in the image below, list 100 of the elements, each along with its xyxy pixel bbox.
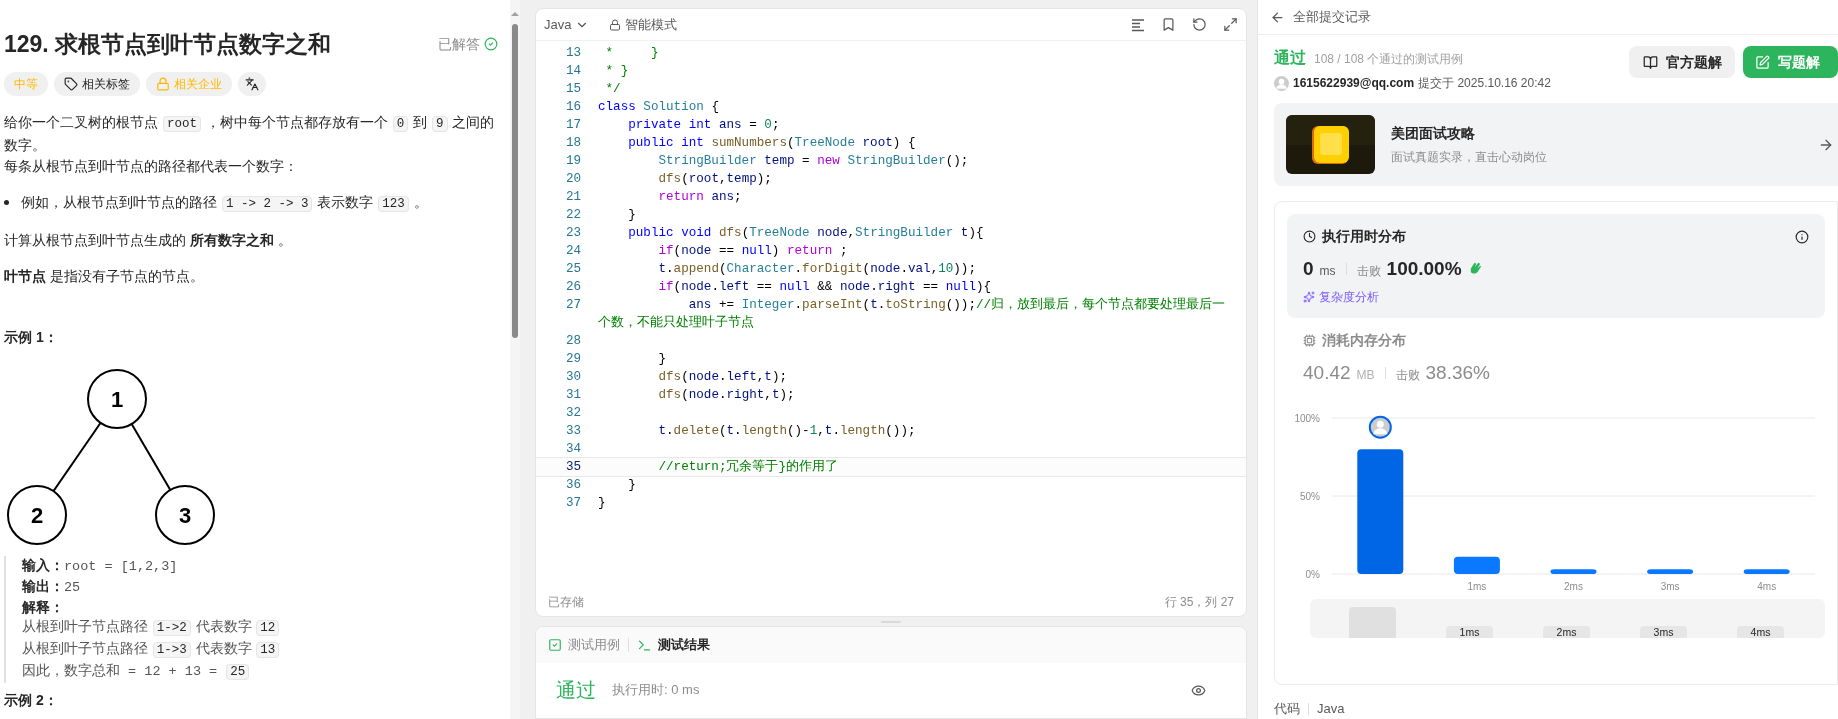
line-number: 15 [564, 81, 581, 98]
promo-card[interactable]: 美团面试攻略 面试真题实录，直击心动岗位 [1274, 103, 1838, 186]
navigator-label: 4ms [1737, 626, 1784, 638]
editor-line[interactable]: 25 t.append(Character.forDigit(node.val,10)); [536, 260, 1246, 278]
editor-line[interactable]: 27 ans += Integer.parseInt(t.toString());//归，放到最后，每个节点都要处理最后一个数，不能只处理叶子节点 [536, 296, 1246, 332]
undo-icon[interactable] [1192, 17, 1207, 32]
line-number: 17 [564, 117, 581, 134]
save-status: 已存储 [548, 594, 584, 611]
line-number: 22 [564, 207, 581, 224]
metric-panel[interactable]: 消耗内存分布 40.42 MB 击败 38.36% [1287, 317, 1825, 387]
solved-status: 已解答 [438, 34, 480, 54]
editor-line[interactable]: 34 [536, 440, 1246, 458]
example-line: 输入：root = [1,2,3] [22, 557, 179, 576]
code-line: public int sumNumbers(TreeNode root) { [627, 135, 917, 152]
example-line: 从根到叶子节点路径 1->2 代表数字 12 [22, 617, 498, 640]
editor-line[interactable]: 30 dfs(node.left,t); [536, 368, 1246, 386]
code-line: dfs(root,temp); [657, 171, 773, 188]
code-line: return ans; [657, 189, 743, 206]
metric-panel[interactable]: 执行用时分布 0 ms 击败 100.00% 复杂度分析 [1287, 214, 1825, 318]
chart-bar[interactable] [1550, 569, 1597, 574]
example-line: 从根到叶子节点路径 1->3 代表数字 13 [22, 639, 498, 661]
editor-line[interactable]: 22 } [536, 206, 1246, 224]
editor-line[interactable]: 14 * } [536, 62, 1246, 80]
editor-line[interactable]: 32 [536, 404, 1246, 422]
cursor-position: 行 35，列 27 [1164, 594, 1234, 611]
user-email[interactable]: 1615622939@qq.com [1293, 74, 1415, 92]
translate-button[interactable] [238, 72, 266, 96]
tag-button[interactable]: 相关标签 [54, 72, 140, 96]
editor-line[interactable]: 17 private int ans = 0; [536, 116, 1246, 134]
axis-label: 100% [1294, 413, 1320, 424]
example-line: 输出：25 [22, 577, 82, 597]
expand-icon[interactable] [1223, 17, 1238, 32]
example-line: 解释： [22, 598, 65, 617]
promo-subtitle: 面试真题实录，直击心动岗位 [1391, 149, 1547, 166]
editor-line[interactable]: 29 } [536, 350, 1246, 368]
chart-bar[interactable] [1743, 569, 1790, 574]
editor-line[interactable]: 19 StringBuilder temp = new StringBuilder(); [536, 152, 1246, 170]
line-number: 18 [564, 135, 581, 152]
solution-button[interactable]: 官方题解 [1629, 46, 1735, 78]
editor-line[interactable]: 36 } [536, 476, 1246, 494]
code-line: private int ans = 0; [627, 117, 781, 134]
description-text: 计算从根节点到叶节点生成的 所有数字之和 。 [4, 231, 293, 250]
back-icon[interactable] [1270, 9, 1285, 25]
axis-label: 2ms [1564, 581, 1583, 592]
runtime-text: 执行用时: 0 ms [612, 681, 700, 700]
code-line: dfs(node.left,t); [657, 369, 788, 386]
line-number: 25 [564, 261, 581, 278]
axis-label: 50% [1300, 491, 1320, 502]
navigator-label: 1ms [1446, 626, 1493, 638]
code-line: t.append(Character.forDigit(node.val,10)); [657, 261, 977, 278]
editor-line[interactable]: 16 class Solution { [536, 98, 1246, 116]
editor-line[interactable]: 20 dfs(root,temp); [536, 170, 1246, 188]
info-icon[interactable] [1795, 229, 1809, 244]
back-link[interactable]: 全部提交记录 [1293, 7, 1371, 27]
scrollbar[interactable] [510, 0, 520, 719]
chart-bar[interactable] [1453, 556, 1500, 574]
complexity-link[interactable]: 复杂度分析 [1303, 287, 1379, 306]
editor-line[interactable]: 23 public void dfs(TreeNode node,StringBuilder t){ [536, 224, 1246, 242]
line-number: 20 [564, 171, 581, 188]
editor-line[interactable]: 15 */ [536, 80, 1246, 98]
editor-line[interactable]: 37 } [536, 494, 1246, 512]
format-icon[interactable] [1131, 17, 1145, 32]
console-tab[interactable]: 测试结果 [637, 635, 710, 655]
bookmark-icon[interactable] [1161, 17, 1176, 32]
code-line: StringBuilder temp = new StringBuilder(); [657, 153, 970, 170]
language-select[interactable]: Java [544, 14, 590, 35]
code-line: dfs(node.right,t); [657, 387, 796, 404]
editor-line[interactable]: 26 if(node.left == null && node.right == null){ [536, 278, 1246, 296]
line-number: 36 [564, 477, 581, 494]
code-label: 代码 [1274, 700, 1300, 718]
chart-bar[interactable] [1647, 569, 1694, 574]
line-number: 32 [564, 405, 581, 422]
navigator-label: 2ms [1543, 626, 1590, 638]
code-line: */ [604, 81, 622, 98]
editor-line[interactable]: 31 dfs(node.right,t); [536, 386, 1246, 404]
chart-bar[interactable] [1357, 449, 1404, 574]
line-number: 29 [564, 351, 581, 368]
lock-icon [609, 18, 622, 31]
eye-icon[interactable] [1191, 682, 1206, 698]
line-number: 19 [564, 153, 581, 170]
clock-icon [1303, 230, 1316, 243]
edit-icon [1755, 54, 1770, 70]
editor-line[interactable]: 13 * } [536, 44, 1246, 62]
line-number: 27 [564, 297, 581, 314]
editor-line[interactable]: 21 return ans; [536, 188, 1246, 206]
line-number: 23 [564, 225, 581, 242]
metric-unit: MB [1356, 366, 1375, 384]
editor-line[interactable]: 28 [536, 332, 1246, 350]
editor-line[interactable]: 18 public int sumNumbers(TreeNode root) { [536, 134, 1246, 152]
description-text: 给你一个二叉树的根节点 root ，树中每个节点都存放有一个 0 到 9 之间的数字。 [4, 113, 496, 155]
range-navigator[interactable]: 1ms 2ms 3ms 4ms [1310, 599, 1825, 638]
description-text: 每条从根节点到叶节点的路径都代表一个数字： [4, 157, 299, 176]
code-line: t.delete(t.length()-1,t.length()); [657, 423, 917, 440]
editor-line[interactable]: 24 if(node == null) return ; [536, 242, 1246, 260]
beat-label: 击败 [1356, 263, 1381, 280]
line-number: 21 [564, 189, 581, 206]
navigator-label: 3ms [1640, 626, 1687, 638]
avatar-icon [1368, 415, 1392, 439]
editor-line[interactable]: 33 t.delete(t.length()-1,t.length()); [536, 422, 1246, 440]
promo-title: 美团面试攻略 [1391, 124, 1476, 143]
